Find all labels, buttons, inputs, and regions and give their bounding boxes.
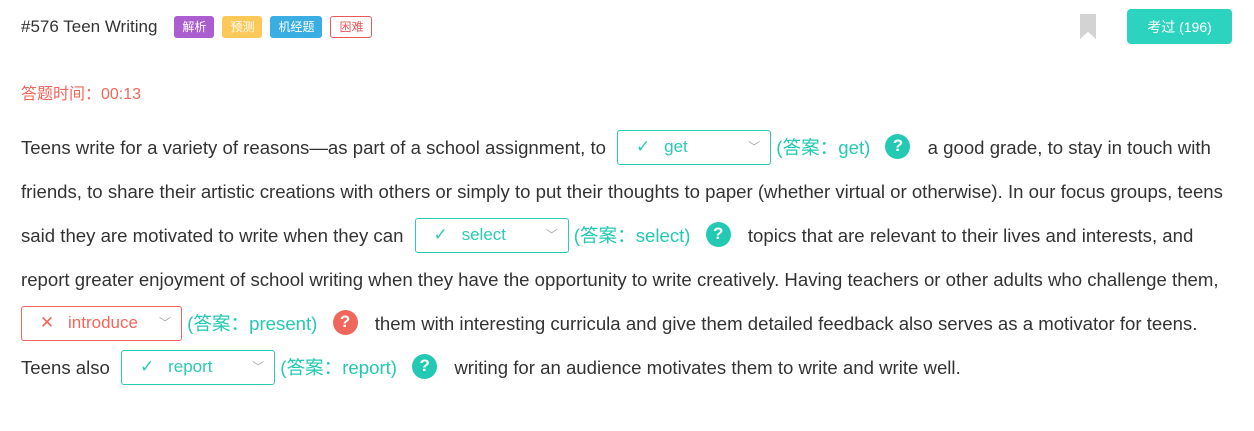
- blank-dropdown-3[interactable]: ✕ introduce ﹀: [21, 305, 182, 341]
- passage: Teens write for a variety of reasons—as …: [21, 126, 1234, 390]
- tag-exam-question[interactable]: 机经题: [270, 15, 323, 38]
- chevron-down-icon: ﹀: [545, 228, 558, 243]
- tag-difficulty: 困难: [330, 15, 373, 38]
- help-icon[interactable]: ?: [332, 309, 358, 335]
- answer-label: (答案：get): [776, 137, 871, 158]
- answer-label: (答案：report): [280, 357, 397, 378]
- check-icon: ✓: [433, 225, 448, 245]
- cross-icon: ✕: [39, 313, 55, 333]
- blank-dropdown-1[interactable]: ✓ get ﹀: [617, 129, 772, 165]
- blank-dropdown-2[interactable]: ✓ select ﹀: [414, 217, 569, 253]
- check-icon: ✓: [636, 137, 651, 157]
- bookmark-icon[interactable]: [1079, 13, 1097, 40]
- question-title: #576 Teen Writing: [21, 16, 158, 36]
- chevron-down-icon: ﹀: [158, 316, 171, 331]
- check-icon: ✓: [139, 357, 155, 377]
- passage-text: writing for an audience motivates them t…: [454, 357, 961, 378]
- help-icon[interactable]: ?: [412, 353, 438, 379]
- passage-text: Teens write for a variety of reasons—as …: [21, 137, 606, 158]
- help-icon[interactable]: ?: [705, 221, 731, 247]
- blank-selected-value: select: [461, 225, 507, 245]
- answer-label: (答案：present): [187, 313, 318, 334]
- blank-selected-value: introduce: [68, 313, 138, 333]
- chevron-down-icon: ﹀: [252, 360, 265, 375]
- help-icon[interactable]: ?: [885, 133, 911, 159]
- chevron-down-icon: ﹀: [748, 140, 761, 155]
- blank-selected-value: get: [664, 137, 688, 157]
- tag-prediction[interactable]: 预测: [222, 15, 263, 38]
- tag-analysis[interactable]: 解析: [174, 15, 215, 38]
- question-header: #576 Teen Writing 解析 预测 机经题 困难: [21, 13, 380, 40]
- blank-selected-value: report: [168, 357, 213, 377]
- answer-label: (答案：select): [573, 225, 691, 246]
- answer-timer: 答题时间：00:13: [21, 86, 142, 103]
- done-count-button[interactable]: 考过 (196): [1127, 9, 1232, 44]
- blank-dropdown-4[interactable]: ✓ report ﹀: [121, 349, 276, 385]
